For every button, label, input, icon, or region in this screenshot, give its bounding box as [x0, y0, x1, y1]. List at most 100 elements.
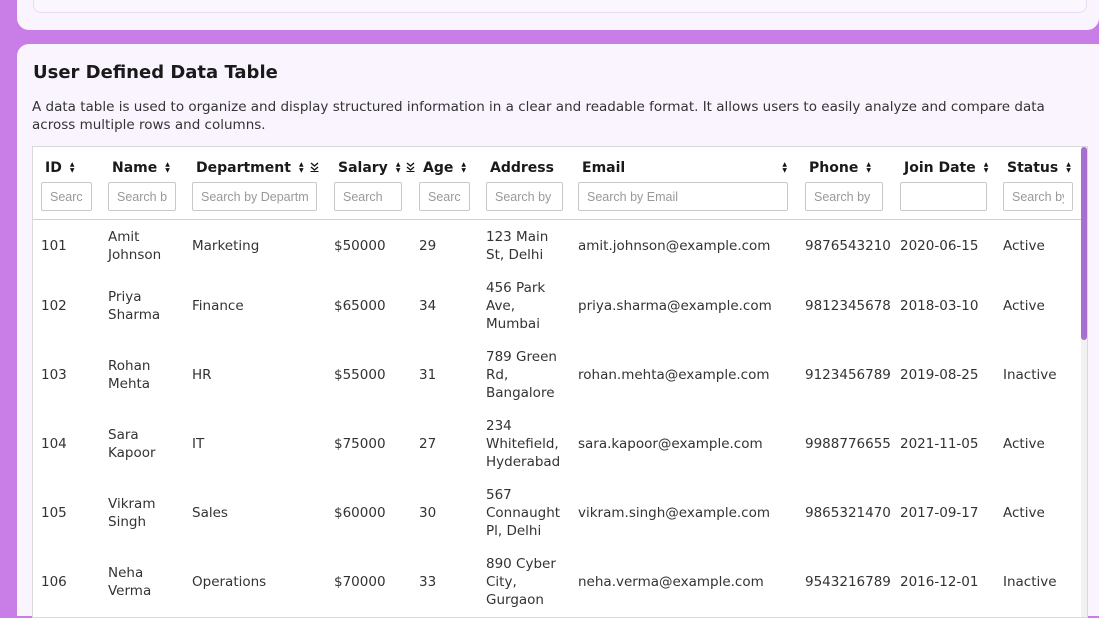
table-container: ID ▲▼ Name ▲▼ Department ▲▼ Salary ▲▼ Age ▲▼ Addre… [32, 146, 1088, 618]
column-header-address-title[interactable]: Address [478, 159, 570, 177]
cell-join_date: 2021-11-05 [900, 435, 979, 452]
column-header-age[interactable]: Age ▲ ▼ [411, 147, 478, 220]
page-title: User Defined Data Table [33, 62, 278, 83]
cell-status: Active [1003, 237, 1045, 254]
cell-age: 30 [419, 504, 437, 521]
sort-icon[interactable]: ▲ ▼ [1066, 162, 1071, 174]
sort-icon[interactable]: ▲ ▼ [984, 162, 989, 174]
cell-name: Priya Sharma [108, 288, 161, 323]
cell-salary: $70000 [334, 573, 386, 590]
column-label: Join Date [904, 160, 976, 176]
table-row[interactable]: 102 Priya Sharma Finance $65000 34 456 Park A… [33, 271, 1081, 340]
cell-address: 789 Green Rd, Bangalore [486, 348, 557, 401]
cell-name: Neha Verma [108, 564, 152, 599]
column-header-department[interactable]: Department ▲ ▼ [184, 147, 326, 220]
cell-salary: $60000 [334, 504, 386, 521]
column-header-phone[interactable]: Phone ▲ ▼ [797, 147, 892, 220]
sort-icon[interactable]: ▲ ▼ [299, 162, 304, 174]
cell-address: 567 Connaught Pl, Delhi [486, 486, 561, 539]
sort-icon[interactable]: ▲ ▼ [782, 162, 787, 174]
table-body: 101 Amit Johnson Marketing $50000 29 123 Main… [33, 220, 1081, 617]
cell-email: rohan.mehta@example.com [578, 366, 770, 383]
search-input-name[interactable] [108, 182, 176, 211]
cell-join_date: 2020-06-15 [900, 237, 979, 254]
column-label: ID [45, 160, 62, 176]
column-header-salary-title[interactable]: Salary ▲ ▼ [326, 159, 415, 177]
sort-icon[interactable]: ▲ ▼ [461, 162, 466, 174]
cell-email: vikram.singh@example.com [578, 504, 771, 521]
cell-id: 104 [41, 435, 67, 452]
search-input-age[interactable] [419, 182, 470, 211]
cell-email: amit.johnson@example.com [578, 237, 771, 254]
column-header-join_date-title[interactable]: Join Date ▲ ▼ [892, 159, 995, 177]
cell-email: priya.sharma@example.com [578, 297, 772, 314]
column-header-email-title[interactable]: Email ▲ ▼ [570, 159, 797, 177]
cell-address: 234 Whitefield, Hyderabad [486, 417, 561, 470]
table-row[interactable]: 106 Neha Verma Operations $70000 33 890 Cyber… [33, 547, 1081, 616]
cell-status: Active [1003, 504, 1045, 521]
column-header-id[interactable]: ID ▲ ▼ [33, 147, 100, 220]
table-row[interactable]: 104 Sara Kapoor IT $75000 27 234 Whitefield, … [33, 409, 1081, 478]
cell-department: Sales [192, 504, 228, 521]
cell-salary: $75000 [334, 435, 386, 452]
table-row[interactable]: 103 Rohan Mehta HR $55000 31 789 Green Rd, Ba… [33, 340, 1081, 409]
column-header-name-title[interactable]: Name ▲ ▼ [100, 159, 184, 177]
cell-name: Amit Johnson [108, 228, 162, 263]
cell-id: 106 [41, 573, 67, 590]
column-header-phone-title[interactable]: Phone ▲ ▼ [797, 159, 892, 177]
search-input-phone[interactable] [805, 182, 883, 211]
cell-id: 101 [41, 237, 67, 254]
search-input-department[interactable] [192, 182, 317, 211]
cell-email: neha.verma@example.com [578, 573, 764, 590]
search-input-id[interactable] [41, 182, 92, 211]
column-header-id-title[interactable]: ID ▲ ▼ [33, 159, 100, 177]
sort-icon[interactable]: ▲ ▼ [165, 162, 170, 174]
column-header-salary[interactable]: Salary ▲ ▼ [326, 147, 415, 220]
cell-department: Operations [192, 573, 267, 590]
cell-phone: 9812345678 [805, 297, 891, 314]
cell-name: Vikram Singh [108, 495, 156, 530]
search-input-status[interactable] [1003, 182, 1073, 211]
cell-age: 31 [419, 366, 437, 383]
search-input-join_date[interactable] [900, 182, 987, 211]
table-header-row: ID ▲▼ Name ▲▼ Department ▲▼ Salary ▲▼ Age ▲▼ Addre… [33, 147, 1081, 220]
filter-icon[interactable] [310, 161, 319, 175]
filter-icon[interactable] [406, 161, 415, 175]
table-row[interactable]: 105 Vikram Singh Sales $60000 30 567 Connaugh… [33, 478, 1081, 547]
table-row[interactable]: 101 Amit Johnson Marketing $50000 29 123 Main… [33, 220, 1081, 272]
cell-status: Active [1003, 435, 1045, 452]
sort-icon[interactable]: ▲ ▼ [70, 162, 75, 174]
column-header-join_date[interactable]: Join Date ▲ ▼ [892, 147, 995, 220]
column-header-status[interactable]: Status ▲ ▼ [995, 147, 1081, 220]
cell-age: 27 [419, 435, 437, 452]
sort-icon[interactable]: ▲ ▼ [866, 162, 871, 174]
previous-section-card [17, 0, 1099, 30]
cell-age: 33 [419, 573, 437, 590]
column-header-address[interactable]: Address [478, 147, 570, 220]
search-input-email[interactable] [578, 182, 788, 211]
column-header-department-title[interactable]: Department ▲ ▼ [184, 159, 326, 177]
column-header-status-title[interactable]: Status ▲ ▼ [995, 159, 1081, 177]
vertical-scrollbar[interactable] [1081, 147, 1087, 617]
column-label: Status [1007, 160, 1059, 176]
cell-id: 105 [41, 504, 67, 521]
search-input-salary[interactable] [334, 182, 402, 211]
cell-department: HR [192, 366, 212, 383]
sort-icon[interactable]: ▲ ▼ [396, 162, 401, 174]
column-label: Name [112, 160, 158, 176]
column-header-email[interactable]: Email ▲ ▼ [570, 147, 797, 220]
column-header-name[interactable]: Name ▲ ▼ [100, 147, 184, 220]
column-header-age-title[interactable]: Age ▲ ▼ [411, 159, 478, 177]
scrollbar-thumb[interactable] [1081, 147, 1087, 340]
column-label: Address [490, 160, 554, 176]
cell-salary: $65000 [334, 297, 386, 314]
page-description: A data table is used to organize and dis… [32, 99, 1045, 133]
column-label: Age [423, 160, 454, 176]
data-table-card: User Defined Data Table A data table is … [17, 44, 1099, 618]
cell-address: 456 Park Ave, Mumbai [486, 279, 546, 332]
cell-address: 890 Cyber City, Gurgaon [486, 555, 556, 608]
cell-name: Sara Kapoor [108, 426, 156, 461]
search-input-address[interactable] [486, 182, 563, 211]
previous-section-footer [33, 0, 1087, 13]
column-label: Department [196, 160, 291, 176]
